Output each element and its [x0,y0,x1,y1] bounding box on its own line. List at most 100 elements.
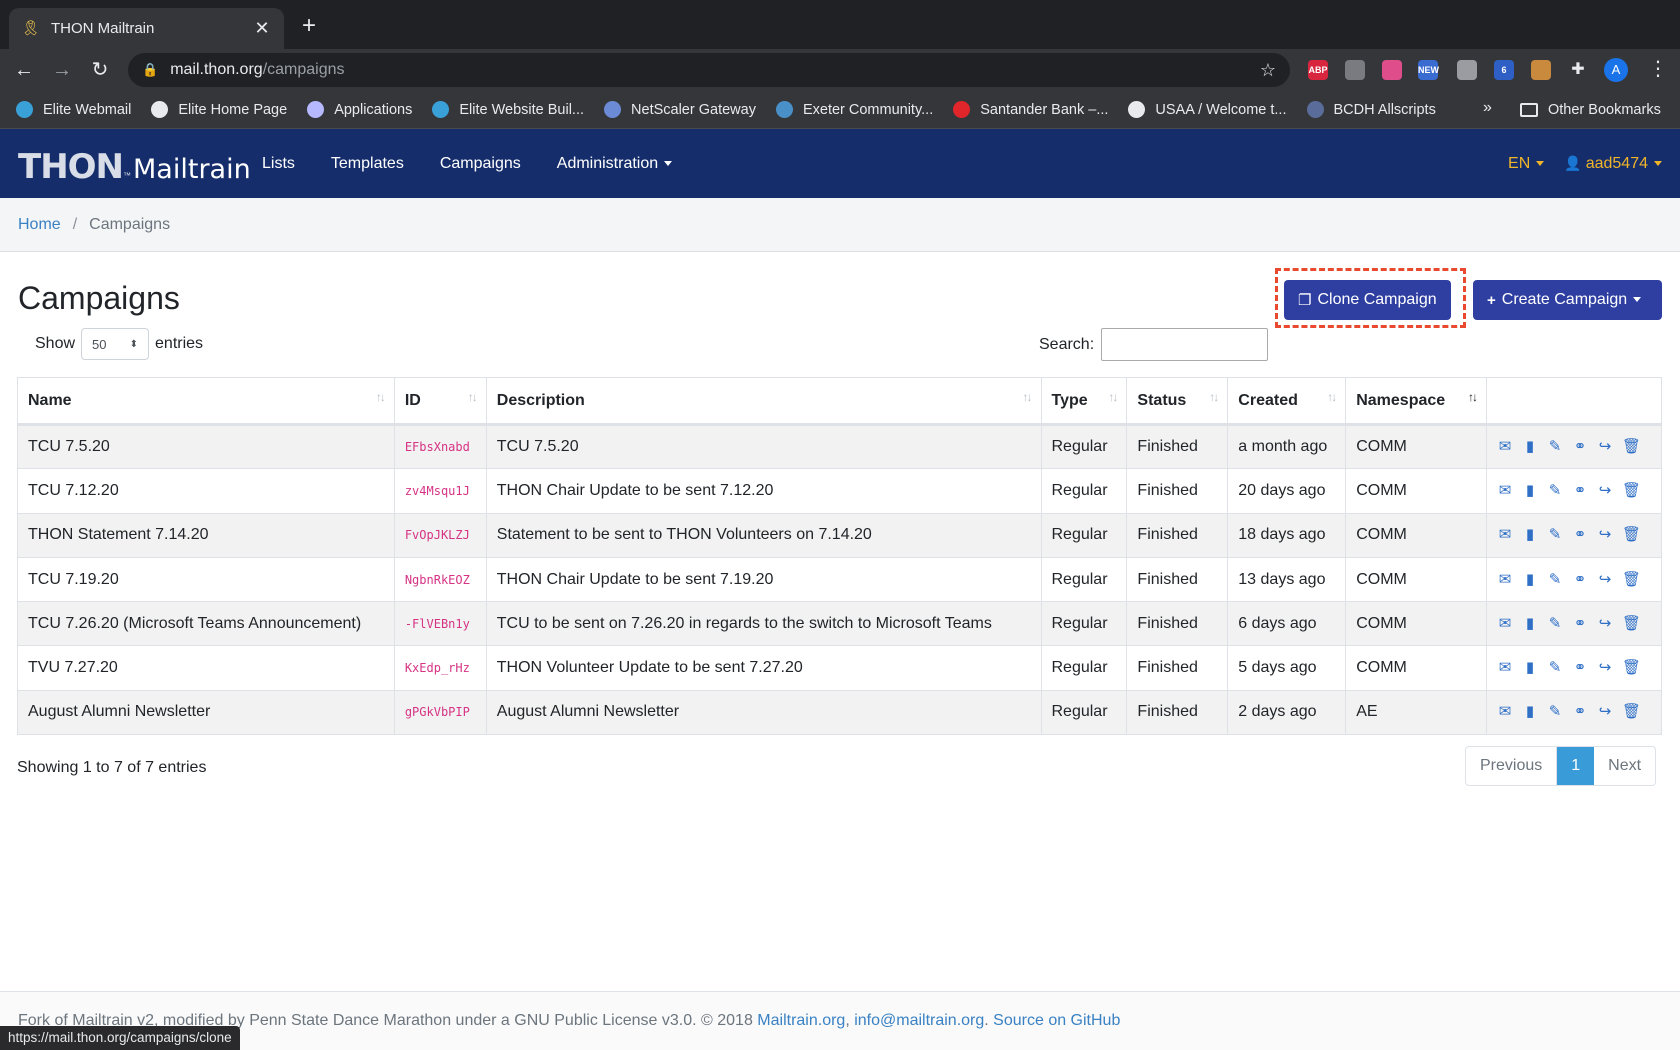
share-icon[interactable]: ↪ [1597,527,1613,543]
envelope-icon[interactable]: ✉ [1497,660,1513,676]
extension-icon[interactable]: ABP [1308,60,1328,80]
bookmark-item[interactable]: Applications [307,101,412,118]
share-icon[interactable]: ↪ [1597,439,1613,455]
edit-icon[interactable]: ✎ [1547,704,1563,720]
entries-select[interactable]: 50 ⬍ [81,328,150,360]
paperclip-icon[interactable]: ⚭ [1572,527,1588,543]
edit-icon[interactable]: ✎ [1547,571,1563,588]
nav-administration[interactable]: Administration [557,155,672,173]
nav-campaigns[interactable]: Campaigns [440,155,521,173]
column-header-name[interactable]: Name ↑↓ [17,377,395,426]
clone-campaign-button[interactable]: ❐ Clone Campaign [1284,280,1451,320]
updown-icon: ⬍ [129,338,139,350]
bookmark-item[interactable]: Exeter Community... [775,101,933,118]
share-icon[interactable]: ↪ [1597,482,1613,499]
edit-icon[interactable]: ✎ [1547,527,1563,543]
edit-icon[interactable]: ✎ [1547,660,1563,676]
brand-logo[interactable]: THON ™ Mailtrain [18,147,251,187]
extension-icon[interactable]: 6 [1494,60,1514,80]
trash-icon[interactable]: 🗑 [1622,527,1641,543]
footer-link-mailtrain[interactable]: Mailtrain.org [757,1012,845,1029]
browser-tab[interactable]: 🎗 THON Mailtrain ✕ [9,8,284,49]
extension-icon[interactable] [1457,60,1477,80]
stats-icon[interactable]: ▮ [1522,615,1538,632]
bookmarks-more-icon[interactable]: » [1483,99,1492,117]
share-icon[interactable]: ↪ [1597,571,1613,588]
menu-kebab-icon[interactable]: ⋮ [1648,56,1668,81]
close-icon[interactable]: ✕ [252,18,272,39]
folder-icon [1520,103,1538,117]
column-header-type[interactable]: Type ↑↓ [1040,377,1128,426]
bookmark-item[interactable]: Elite Webmail [16,101,131,118]
stats-icon[interactable]: ▮ [1522,482,1538,499]
trash-icon[interactable]: 🗑 [1622,615,1641,632]
bookmark-item[interactable]: Elite Website Buil... [432,101,584,118]
share-icon[interactable]: ↪ [1597,660,1613,676]
page-1-button[interactable]: 1 [1557,747,1595,785]
extension-icon[interactable] [1382,60,1402,80]
stats-icon[interactable]: ▮ [1522,704,1538,720]
user-dropdown[interactable]: 👤 aad5474 [1564,155,1662,173]
paperclip-icon[interactable]: ⚭ [1572,615,1588,632]
trash-icon[interactable]: 🗑 [1622,571,1641,588]
trash-icon[interactable]: 🗑 [1622,439,1641,455]
envelope-icon[interactable]: ✉ [1497,704,1513,720]
bookmark-item[interactable]: BCDH Allscripts [1306,101,1436,118]
share-icon[interactable]: ↪ [1597,704,1613,720]
column-header-id[interactable]: ID ↑↓ [393,377,487,426]
edit-icon[interactable]: ✎ [1547,439,1563,455]
reload-icon[interactable]: ↻ [86,56,114,84]
bookmark-item[interactable]: Elite Home Page [151,101,287,118]
trash-icon[interactable]: 🗑 [1622,482,1641,499]
footer-link-email[interactable]: info@mailtrain.org [854,1012,984,1029]
column-header-status[interactable]: Status ↑↓ [1126,377,1229,426]
paperclip-icon[interactable]: ⚭ [1572,439,1588,455]
puzzle-icon[interactable]: ✚ [1568,60,1588,80]
bookmark-item[interactable]: USAA / Welcome t... [1128,101,1287,118]
edit-icon[interactable]: ✎ [1547,482,1563,499]
address-bar[interactable]: 🔒 mail.thon.org /campaigns ☆ [128,53,1290,87]
forward-icon[interactable]: → [48,56,76,84]
nav-lists[interactable]: Lists [262,155,295,173]
bookmark-item[interactable]: NetScaler Gateway [604,101,756,118]
column-header-created[interactable]: Created ↑↓ [1227,377,1347,426]
back-icon[interactable]: ← [10,56,38,84]
envelope-icon[interactable]: ✉ [1497,571,1513,588]
stats-icon[interactable]: ▮ [1522,660,1538,676]
trash-icon[interactable]: 🗑 [1622,660,1641,676]
star-icon[interactable]: ☆ [1260,60,1276,81]
paperclip-icon[interactable]: ⚭ [1572,704,1588,720]
new-tab-icon[interactable]: + [302,14,316,38]
breadcrumb-home[interactable]: Home [18,216,61,234]
search-input[interactable] [1101,328,1269,361]
envelope-icon[interactable]: ✉ [1497,439,1513,455]
other-bookmarks[interactable]: Other Bookmarks [1520,91,1661,129]
paperclip-icon[interactable]: ⚭ [1572,660,1588,676]
column-header-namespace[interactable]: Namespace ↑↓ [1345,377,1487,426]
cell-id: gPGkVbPIP [393,689,487,736]
stats-icon[interactable]: ▮ [1522,571,1538,588]
profile-avatar[interactable]: A [1604,58,1628,82]
edit-icon[interactable]: ✎ [1547,615,1563,632]
extension-icon[interactable] [1345,60,1365,80]
next-button[interactable]: Next [1594,747,1655,785]
envelope-icon[interactable]: ✉ [1497,615,1513,632]
nav-templates[interactable]: Templates [331,155,404,173]
previous-button[interactable]: Previous [1466,747,1558,785]
envelope-icon[interactable]: ✉ [1497,527,1513,543]
paperclip-icon[interactable]: ⚭ [1572,571,1588,588]
extension-icon[interactable] [1531,60,1551,80]
envelope-icon[interactable]: ✉ [1497,482,1513,499]
paperclip-icon[interactable]: ⚭ [1572,482,1588,499]
cell-status: Finished [1126,601,1229,647]
extension-icon[interactable]: NEW [1418,60,1439,80]
column-header-description[interactable]: Description ↑↓ [485,377,1042,426]
share-icon[interactable]: ↪ [1597,615,1613,632]
stats-icon[interactable]: ▮ [1522,439,1538,455]
bookmark-item[interactable]: Santander Bank –... [953,101,1108,118]
stats-icon[interactable]: ▮ [1522,527,1538,543]
create-campaign-button[interactable]: + Create Campaign [1473,280,1662,320]
trash-icon[interactable]: 🗑 [1622,704,1641,720]
language-dropdown[interactable]: EN [1508,155,1544,173]
footer-link-github[interactable]: Source on GitHub [993,1012,1120,1029]
